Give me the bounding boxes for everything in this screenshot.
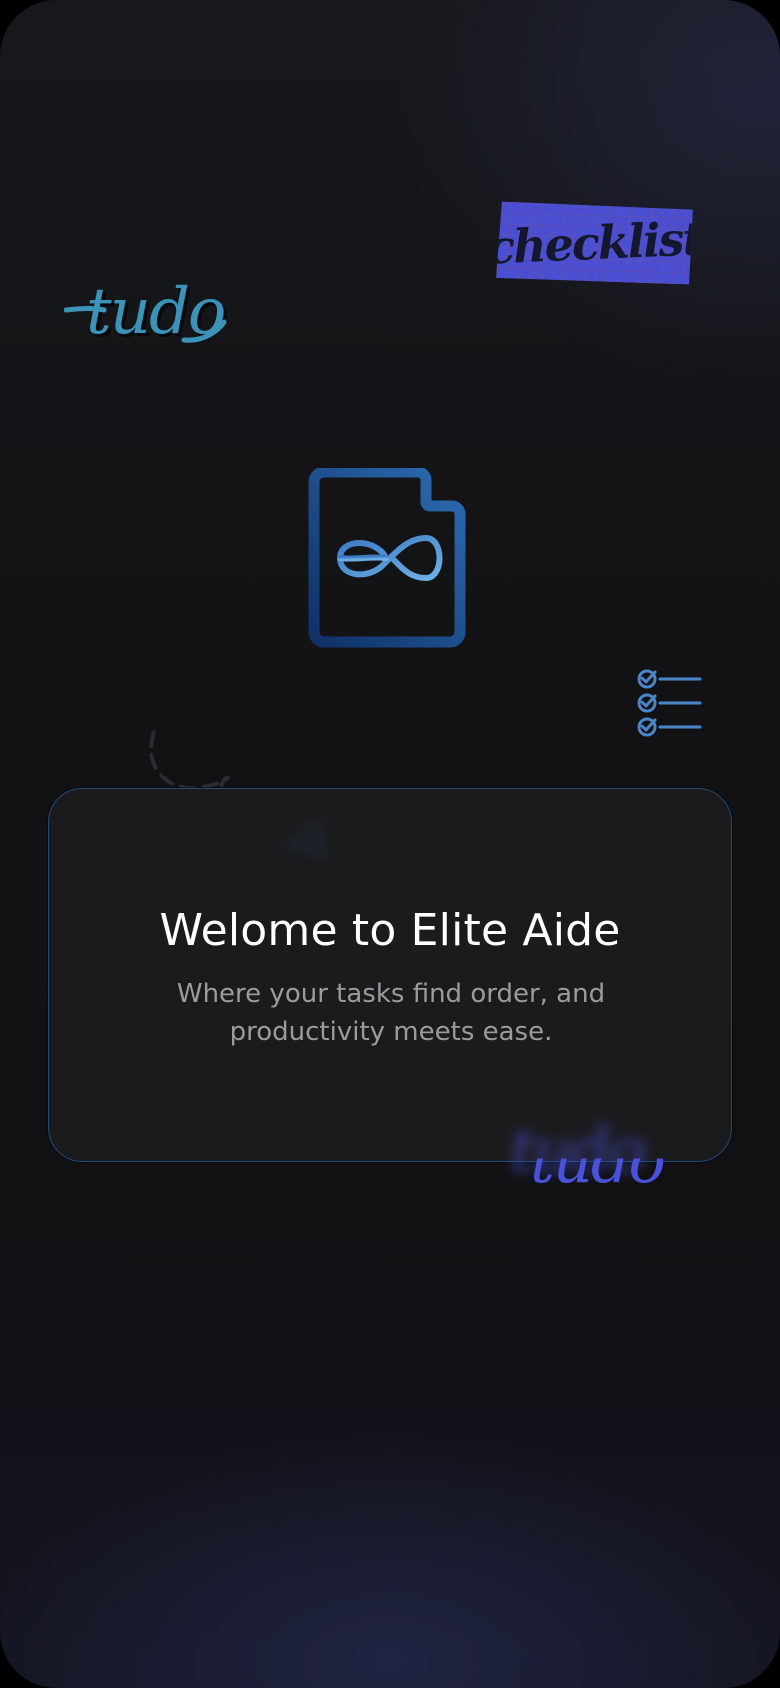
- welcome-subtitle: Where your tasks find order, and product…: [176, 979, 606, 1047]
- checklist-sticker: checklist: [496, 201, 693, 284]
- welcome-title: Welome to Elite Aide: [159, 905, 621, 956]
- tudo-script-decoration: tudo: [64, 280, 234, 360]
- checklist-sticker-text: checklist: [486, 211, 703, 275]
- welcome-screen: tudo checklist Welome to Elite Aide Wher…: [0, 0, 780, 1688]
- tudo-script-decoration-bottom: tudo tudo: [510, 1120, 690, 1210]
- infinity-document-icon: [306, 466, 476, 648]
- welcome-card: Welome to Elite Aide Where your tasks fi…: [48, 788, 732, 1162]
- tudo-underline-decoration: [64, 306, 227, 343]
- checklist-icon: [636, 668, 702, 740]
